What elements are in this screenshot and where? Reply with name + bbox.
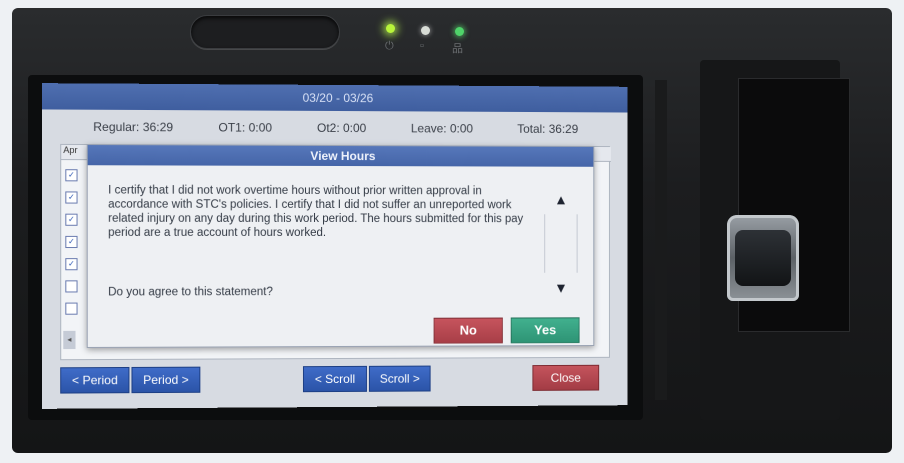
network-led xyxy=(455,27,464,36)
previous-period-button[interactable]: < Period xyxy=(60,366,130,394)
card-slot xyxy=(190,15,340,49)
total-hours: Total: 36:29 xyxy=(517,121,579,137)
no-button[interactable]: No xyxy=(433,317,503,344)
power-icon: ⏻ xyxy=(385,40,394,52)
status-icon: ▫ xyxy=(420,40,424,52)
scroll-right-button[interactable]: Scroll > xyxy=(368,365,431,392)
ot1-hours: OT1: 0:00 xyxy=(218,120,273,135)
row-checkbox[interactable] xyxy=(65,302,78,315)
leave-hours: Leave: 0:00 xyxy=(410,121,474,136)
close-button[interactable]: Close xyxy=(532,364,600,391)
device-edge xyxy=(655,80,667,400)
next-period-button[interactable]: Period > xyxy=(131,366,201,394)
dialog-title: View Hours xyxy=(87,145,594,167)
dialog-scroll-track[interactable] xyxy=(544,214,578,273)
agreement-question: Do you agree to this statement? xyxy=(108,286,273,299)
horizontal-scroll-handle[interactable]: ◂ xyxy=(63,330,76,350)
scroll-left-button[interactable]: < Scroll xyxy=(302,365,367,393)
row-checkbox[interactable]: ✓ xyxy=(65,258,78,271)
view-hours-dialog: View Hours I certify that I did not work… xyxy=(86,144,595,348)
row-checkbox[interactable]: ✓ xyxy=(65,191,78,204)
row-checkbox[interactable] xyxy=(65,280,78,293)
pay-period-title: 03/20 - 03/26 xyxy=(41,83,628,113)
scroll-up-button[interactable]: ▲ xyxy=(544,184,577,214)
row-checkbox[interactable]: ✓ xyxy=(65,169,78,182)
network-icon: 品 xyxy=(452,43,463,55)
triangle-down-icon: ▼ xyxy=(554,279,568,296)
power-led xyxy=(386,24,395,33)
triangle-up-icon: ▲ xyxy=(554,191,568,208)
touch-screen: 03/20 - 03/26 Regular: 36:29 OT1: 0:00 O… xyxy=(41,83,628,409)
hours-totals: Regular: 36:29 OT1: 0:00 Ot2: 0:00 Leave… xyxy=(42,120,628,143)
status-led xyxy=(421,26,430,35)
row-checkbox[interactable]: ✓ xyxy=(65,213,78,226)
certification-statement: I certify that I did not work overtime h… xyxy=(108,184,524,239)
scroll-down-button[interactable]: ▼ xyxy=(544,273,577,303)
yes-button[interactable]: Yes xyxy=(510,317,580,344)
regular-hours: Regular: 36:29 xyxy=(93,119,174,135)
ot2-hours: Ot2: 0:00 xyxy=(316,120,367,136)
row-checkbox[interactable]: ✓ xyxy=(65,235,78,249)
fingerprint-scanner-glass[interactable] xyxy=(735,230,791,286)
